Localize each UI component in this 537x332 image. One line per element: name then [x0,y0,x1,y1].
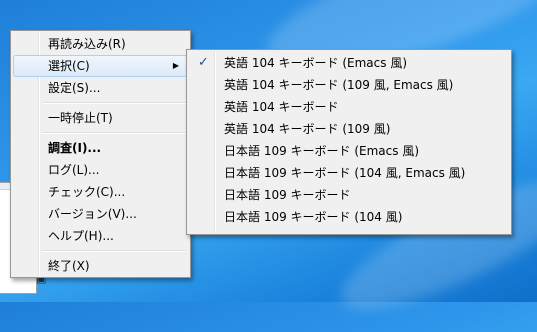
context-menu: 再読み込み(R) 選択(C) ▶ 設定(S)... 一時停止(T) 調査(I).… [10,30,191,278]
submenu-item-jp109-104-emacs[interactable]: 日本語 109 キーボード (104 風, Emacs 風) [189,162,509,184]
menu-item-select[interactable]: 選択(C) ▶ [13,55,188,77]
submenu-item-en104-emacs[interactable]: ✓ 英語 104 キーボード (Emacs 風) [189,52,509,74]
submenu-item-en104[interactable]: 英語 104 キーボード [189,96,509,118]
menu-separator [43,102,186,104]
menu-item-log[interactable]: ログ(L)... [13,159,188,181]
menu-item-investigate[interactable]: 調査(I)... [13,137,188,159]
menu-item-check[interactable]: チェック(C)... [13,181,188,203]
menu-separator [43,132,186,134]
menu-separator [43,250,186,252]
submenu-item-en104-109[interactable]: 英語 104 キーボード (109 風) [189,118,509,140]
submenu-item-jp109-emacs[interactable]: 日本語 109 キーボード (Emacs 風) [189,140,509,162]
menu-item-exit[interactable]: 終了(X) [13,255,188,277]
check-icon: ✓ [198,55,209,70]
menu-item-reload[interactable]: 再読み込み(R) [13,33,188,55]
submenu-item-en104-109-emacs[interactable]: 英語 104 キーボード (109 風, Emacs 風) [189,74,509,96]
menu-item-help[interactable]: ヘルプ(H)... [13,225,188,247]
submenu-item-jp109-104[interactable]: 日本語 109 キーボード (104 風) [189,206,509,228]
submenu-item-jp109[interactable]: 日本語 109 キーボード [189,184,509,206]
submenu-arrow-icon: ▶ [172,61,179,70]
keyboard-submenu: ✓ 英語 104 キーボード (Emacs 風) 英語 104 キーボード (1… [186,49,512,235]
menu-item-version[interactable]: バージョン(V)... [13,203,188,225]
menu-item-settings[interactable]: 設定(S)... [13,77,188,99]
menu-item-pause[interactable]: 一時停止(T) [13,107,188,129]
